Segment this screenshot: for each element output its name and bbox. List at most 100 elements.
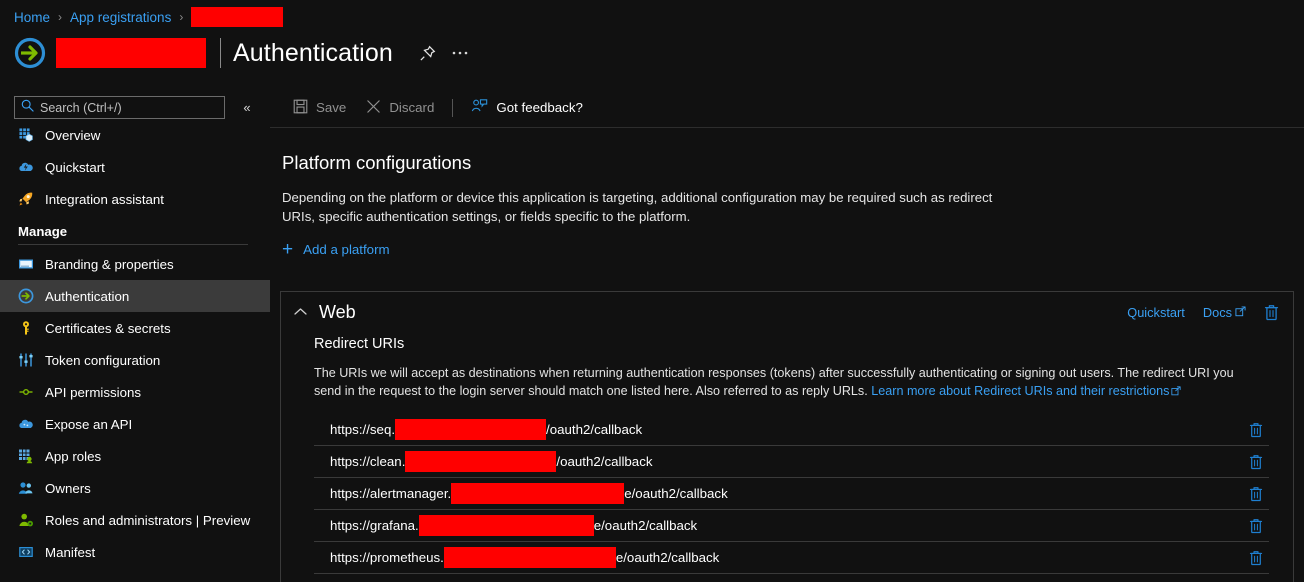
breadcrumb-item-app-name-redacted[interactable]	[191, 7, 284, 27]
app-registration-icon	[14, 37, 46, 69]
sidebar-item-expose-an-api[interactable]: Expose an API	[0, 408, 270, 440]
redirect-uri-suffix: e/oauth2/callback	[624, 486, 728, 501]
section-heading: Platform configurations	[282, 152, 472, 173]
discard-label: Discard	[389, 100, 435, 115]
pin-icon[interactable]	[415, 40, 441, 66]
redirect-uri-row[interactable]: https://seq. /oauth2/callback	[314, 414, 1269, 446]
overview-icon	[18, 127, 34, 143]
command-bar: Save Discard Got feedback?	[270, 88, 1304, 128]
sidebar-item-manifest[interactable]: Manifest	[0, 536, 270, 568]
redirect-uri-row[interactable]: https://grafana. e/oauth2/callback	[314, 510, 1269, 542]
sidebar-item-label: Integration assistant	[45, 191, 165, 207]
panel-quickstart-label: Quickstart	[1127, 304, 1185, 320]
redirect-uri-input[interactable]: https://seq. /oauth2/callback	[314, 419, 642, 440]
sidebar-group-manage: Manage	[18, 224, 68, 239]
page-title-row: Authentication	[14, 32, 473, 74]
api-permissions-icon	[18, 384, 34, 400]
redirect-uri-suffix: /oauth2/callback	[556, 454, 653, 469]
sidebar-item-label: Roles and administrators | Preview	[45, 512, 251, 528]
title-divider	[220, 38, 221, 68]
discard-button[interactable]: Discard	[356, 93, 444, 123]
search-box[interactable]	[14, 96, 225, 119]
branding-icon	[18, 256, 34, 272]
learn-more-link[interactable]: Learn more about Redirect URIs and their…	[871, 384, 1169, 398]
redirect-uri-row[interactable]: https://alertmanager. e/oauth2/callback	[314, 478, 1269, 510]
azure-portal-authentication-page: Home › App registrations › Authenticatio…	[0, 0, 1304, 582]
sidebar-item-certificates-secrets[interactable]: Certificates & secrets	[0, 312, 270, 344]
web-platform-actions: Quickstart Docs	[1127, 304, 1279, 321]
redirect-uri-host-redacted	[405, 451, 557, 472]
breadcrumb-separator-icon: ›	[179, 10, 184, 24]
external-link-icon	[1235, 305, 1246, 320]
main-content: Save Discard Got feedback? Platform conf…	[270, 88, 1304, 582]
add-a-platform-label: Add a platform	[303, 242, 390, 257]
command-bar-divider	[452, 98, 454, 117]
redirect-uri-prefix: https://alertmanager.	[330, 486, 452, 501]
delete-platform-icon[interactable]	[1264, 304, 1279, 321]
sidebar-item-label: Quickstart	[45, 159, 105, 175]
sidebar-item-label: API permissions	[45, 384, 142, 400]
delete-redirect-uri-icon[interactable]	[1243, 414, 1269, 446]
save-disk-icon	[293, 99, 308, 117]
sidebar-item-label: Certificates & secrets	[45, 320, 171, 336]
delete-redirect-uri-icon[interactable]	[1243, 510, 1269, 542]
add-a-platform-button[interactable]: + Add a platform	[282, 240, 390, 259]
delete-redirect-uri-icon[interactable]	[1243, 542, 1269, 574]
panel-quickstart-link[interactable]: Quickstart	[1127, 305, 1185, 320]
section-description: Depending on the platform or device this…	[282, 190, 993, 224]
search-input[interactable]	[40, 100, 218, 115]
sidebar-item-label: Overview	[45, 127, 101, 143]
manifest-icon	[18, 544, 34, 560]
sidebar-item-integration-assistant[interactable]: Integration assistant	[0, 183, 270, 215]
redirect-uri-prefix: https://clean.	[330, 454, 406, 469]
roles-admin-icon	[18, 512, 34, 528]
search-icon	[21, 99, 34, 117]
expose-api-cloud-icon	[18, 416, 34, 432]
redirect-uri-suffix: e/oauth2/callback	[593, 518, 698, 533]
authentication-icon	[18, 288, 34, 304]
redirect-uris-description: The URIs we will accept as destinations …	[314, 364, 1260, 401]
sidebar-item-label: Token configuration	[45, 352, 161, 368]
redirect-uri-prefix: https://grafana.	[330, 518, 419, 533]
redirect-uri-input[interactable]: https://prometheus. e/oauth2/callback	[314, 547, 719, 568]
sidebar-item-label: Manifest	[45, 544, 96, 560]
sidebar: « Overview Quickstart	[0, 88, 270, 582]
breadcrumb-item-app-registrations[interactable]: App registrations	[70, 10, 171, 25]
sidebar-divider	[18, 244, 248, 245]
sidebar-item-quickstart[interactable]: Quickstart	[0, 151, 270, 183]
web-platform-panel: Web Quickstart Docs Redirect URIs The UR…	[280, 291, 1294, 582]
sidebar-item-label: Owners	[45, 480, 91, 496]
external-link-icon	[1171, 383, 1182, 401]
sidebar-item-owners[interactable]: Owners	[0, 472, 270, 504]
redirect-uri-suffix: /oauth2/callback	[546, 422, 643, 437]
redirect-uri-row[interactable]: https://clean. /oauth2/callback	[314, 446, 1269, 478]
sidebar-item-roles-and-administrators[interactable]: Roles and administrators | Preview	[0, 504, 270, 536]
sidebar-item-branding-properties[interactable]: Branding & properties	[0, 248, 270, 280]
sidebar-item-overview[interactable]: Overview	[0, 119, 270, 151]
redirect-uri-suffix: e/oauth2/callback	[615, 550, 720, 565]
got-feedback-label: Got feedback?	[496, 100, 583, 115]
sidebar-item-app-roles[interactable]: App roles	[0, 440, 270, 472]
sidebar-item-label: App roles	[45, 448, 102, 464]
panel-docs-label: Docs	[1202, 304, 1232, 320]
sidebar-item-api-permissions[interactable]: API permissions	[0, 376, 270, 408]
got-feedback-button[interactable]: Got feedback?	[461, 93, 593, 123]
key-icon	[18, 320, 34, 336]
app-name-redacted	[56, 38, 206, 68]
sidebar-item-authentication[interactable]: Authentication	[0, 280, 270, 312]
collapse-sidebar-icon[interactable]: «	[238, 99, 256, 117]
redirect-uri-row[interactable]: https://prometheus. e/oauth2/callback	[314, 542, 1269, 574]
sidebar-item-token-configuration[interactable]: Token configuration	[0, 344, 270, 376]
more-options-icon[interactable]	[447, 40, 473, 66]
save-button[interactable]: Save	[283, 93, 356, 123]
redirect-uri-input[interactable]: https://clean. /oauth2/callback	[314, 451, 653, 472]
delete-redirect-uri-icon[interactable]	[1243, 478, 1269, 510]
breadcrumb-item-home[interactable]: Home	[14, 10, 50, 25]
chevron-up-icon[interactable]	[293, 305, 307, 319]
redirect-uri-input[interactable]: https://grafana. e/oauth2/callback	[314, 515, 697, 536]
redirect-uri-input[interactable]: https://alertmanager. e/oauth2/callback	[314, 483, 728, 504]
delete-redirect-uri-icon[interactable]	[1243, 446, 1269, 478]
save-label: Save	[316, 100, 347, 115]
panel-docs-link[interactable]: Docs	[1203, 305, 1246, 320]
web-platform-panel-header: Web Quickstart Docs	[281, 292, 1293, 332]
